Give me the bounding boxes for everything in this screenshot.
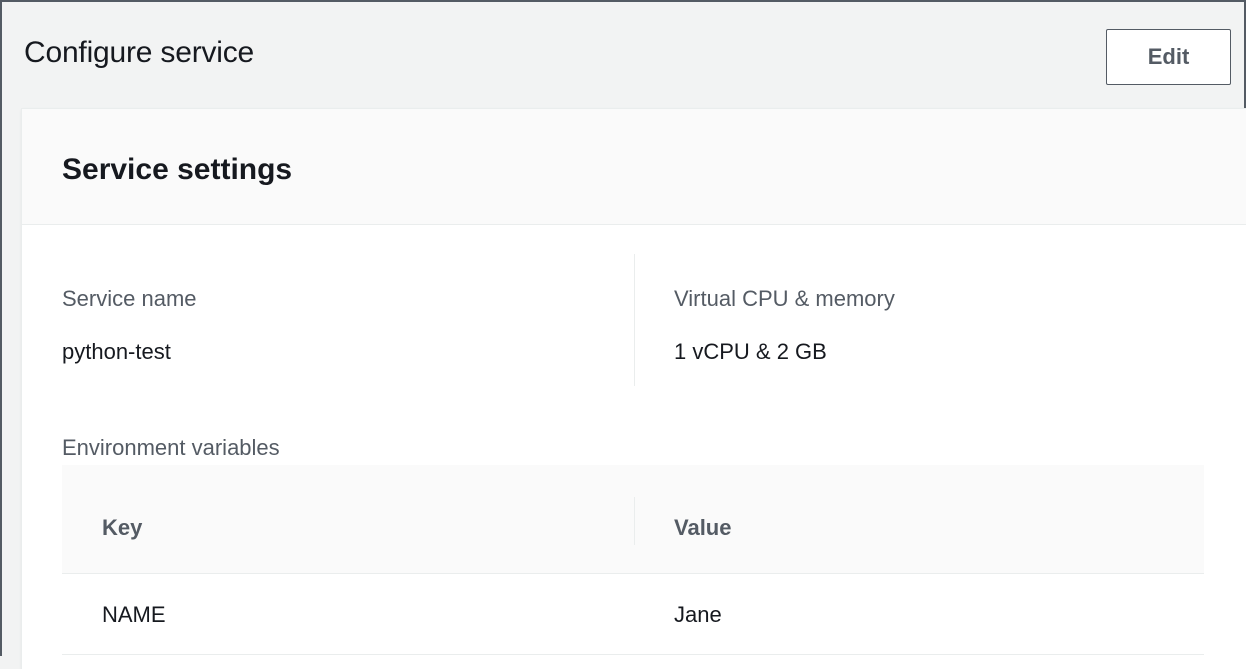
env-value-cell: Jane [674, 602, 722, 627]
edit-button[interactable]: Edit [1106, 29, 1231, 85]
cpu-memory-value: 1 vCPU & 2 GB [674, 339, 827, 364]
page-title: Configure service [24, 36, 255, 69]
service-name-value: python-test [62, 339, 171, 364]
service-settings-card: Service settings Service name python-tes… [22, 109, 1246, 669]
column-header-key: Key [102, 515, 143, 540]
configure-service-panel: Configure service Edit Service settings … [0, 0, 1246, 669]
column-header-divider [634, 497, 635, 545]
env-variables-table: Key Value NAME Jane [62, 465, 1204, 655]
table-header: Key Value [62, 465, 1204, 574]
cpu-memory-label: Virtual CPU & memory [674, 286, 895, 311]
table-row: NAME Jane [62, 574, 1204, 655]
service-name-label: Service name [62, 286, 197, 311]
card-title: Service settings [62, 153, 293, 186]
env-variables-label: Environment variables [62, 435, 280, 460]
card-header: Service settings [22, 109, 1246, 225]
column-header-value: Value [674, 515, 732, 540]
column-divider [634, 254, 635, 386]
env-key-cell: NAME [102, 602, 166, 627]
